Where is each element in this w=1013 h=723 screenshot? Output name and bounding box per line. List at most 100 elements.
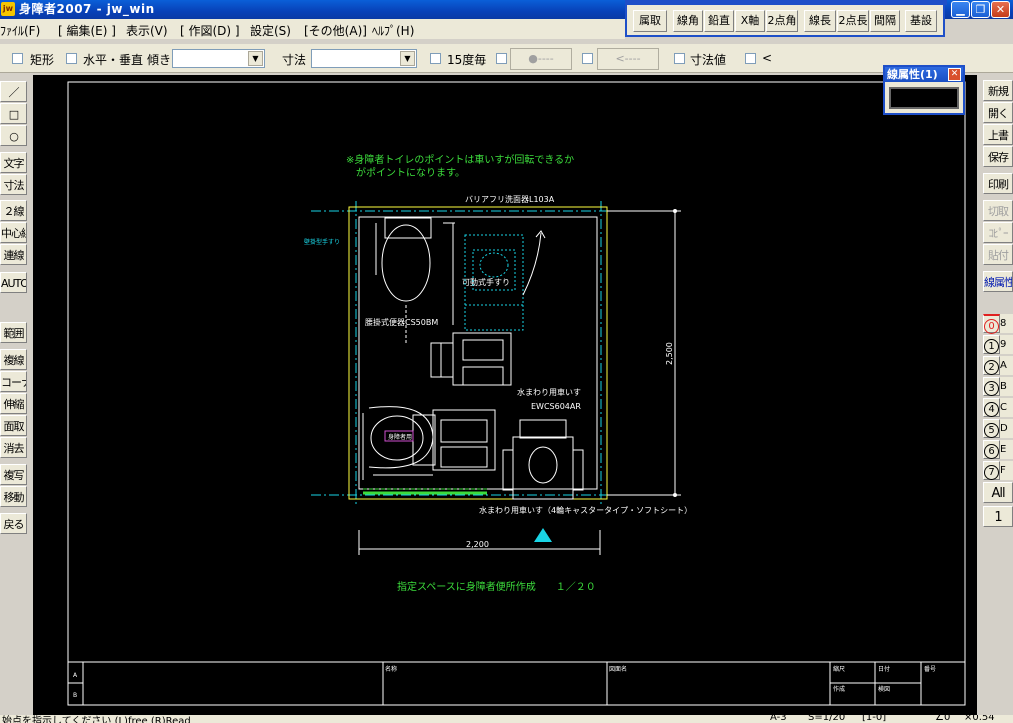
close-icon[interactable]: ✕ xyxy=(948,68,961,81)
layer-group-button[interactable]: C xyxy=(1000,398,1013,417)
btn-zokutori[interactable]: 属取 xyxy=(633,10,667,32)
tool-connect-line[interactable]: 連線 xyxy=(0,244,27,265)
menu-edit[interactable]: [ 編集(E) ] xyxy=(58,22,116,39)
layer-group-button[interactable]: A xyxy=(1000,356,1013,375)
tool-erase[interactable]: 消去 xyxy=(0,437,27,458)
layer-group-number: D xyxy=(1000,423,1008,434)
layer-group-button[interactable]: E xyxy=(1000,440,1013,459)
btn-interval[interactable]: 間隔 xyxy=(870,10,900,32)
layer-one-button[interactable]: 1 xyxy=(983,506,1013,527)
hv-checkbox[interactable] xyxy=(66,53,77,64)
status-angle[interactable]: ∠0 xyxy=(935,715,950,723)
tool-overwrite[interactable]: 上書 xyxy=(983,124,1013,145)
tb-mark-a: A xyxy=(73,672,78,679)
layer-group-button[interactable]: D xyxy=(1000,419,1013,438)
layer-button[interactable]: 1 xyxy=(983,335,1000,354)
menu-help[interactable]: ﾍﾙﾌﾟ(H) xyxy=(372,22,414,39)
btn-line-length[interactable]: 線長 xyxy=(804,10,836,32)
dimval-checkbox[interactable] xyxy=(674,53,685,64)
settings-panel: 属取 線角 鉛直 X軸 2点角 線長 2点長 間隔 基設 xyxy=(625,0,947,37)
menu-view[interactable]: 表示(V) xyxy=(126,22,168,39)
wheelchair-lower xyxy=(412,409,496,471)
tool-auto[interactable]: AUTO xyxy=(0,272,27,293)
menu-file[interactable]: ﾌｧｲﾙ(F) xyxy=(0,22,40,39)
layer-button[interactable]: 0 xyxy=(983,314,1000,334)
tool-range[interactable]: 範囲 xyxy=(0,322,27,343)
layer-button[interactable]: 2 xyxy=(983,356,1000,375)
layer-button[interactable]: 6 xyxy=(983,440,1000,459)
layer-all-button[interactable]: All xyxy=(983,482,1013,503)
layer-number: 7 xyxy=(984,465,999,480)
left-tool-palette: ／ □ ○ 文字 寸法 ２線 中心線 連線 AUTO 範囲 複線 コーナー 伸縮… xyxy=(0,76,28,536)
layer-group-number: B xyxy=(1000,381,1007,392)
close-icon[interactable]: ✕ xyxy=(991,1,1010,18)
tool-line[interactable]: ／ xyxy=(0,81,27,102)
tool-text[interactable]: 文字 xyxy=(0,152,27,173)
tool-new[interactable]: 新規 xyxy=(983,80,1013,101)
tilt-combo[interactable]: ▼ xyxy=(172,49,265,68)
btn-x-axis[interactable]: X軸 xyxy=(735,10,765,32)
layer-group-button[interactable]: B xyxy=(1000,377,1013,396)
tool-corner[interactable]: コーナー xyxy=(0,371,27,392)
layer-number: 6 xyxy=(984,444,999,459)
chevron-down-icon[interactable]: ▼ xyxy=(400,51,415,66)
btn-kisetsu[interactable]: 基設 xyxy=(905,10,937,32)
status-scale[interactable]: S=1/20 xyxy=(808,715,845,723)
layer-group-button[interactable]: 9 xyxy=(1000,335,1013,354)
minimize-icon[interactable]: ▁ xyxy=(951,1,970,18)
tool-rect[interactable]: □ xyxy=(0,103,27,124)
lt-checkbox[interactable] xyxy=(745,53,756,64)
layer-group-button[interactable]: F xyxy=(1000,461,1013,480)
tool-cut[interactable]: 切取 xyxy=(983,200,1013,221)
menu-draw[interactable]: [ 作図(D) ] xyxy=(180,22,240,39)
btn-enchoku[interactable]: 鉛直 xyxy=(704,10,734,32)
wheelchair-bottom-label: 水まわり用車いす（4輪キャスタータイプ・ソフトシート） xyxy=(479,505,692,515)
btn-2pt-length[interactable]: 2点長 xyxy=(837,10,869,32)
arrow-checkbox[interactable] xyxy=(582,53,593,64)
circle-checkbox[interactable] xyxy=(496,53,507,64)
tool-print[interactable]: 印刷 xyxy=(983,173,1013,194)
tool-dimension[interactable]: 寸法 xyxy=(0,174,27,195)
rect-checkbox[interactable] xyxy=(12,53,23,64)
layer-group-number: 8 xyxy=(1000,318,1007,329)
layer-button[interactable]: 5 xyxy=(983,419,1000,438)
tb-label-date: 日付 xyxy=(878,665,890,673)
menu-other[interactable]: [その他(A)] xyxy=(304,22,367,39)
deg15-checkbox[interactable] xyxy=(430,53,441,64)
tool-open[interactable]: 開く xyxy=(983,102,1013,123)
status-zoom[interactable]: ×0.54 xyxy=(964,715,995,723)
tool-save[interactable]: 保存 xyxy=(983,146,1013,167)
note-line-1: ※身障者トイレのポイントは車いすが回転できるか xyxy=(346,153,574,166)
chevron-down-icon[interactable]: ▼ xyxy=(248,51,263,66)
tool-line-attr[interactable]: 線属性 xyxy=(983,271,1013,292)
tool-offset[interactable]: 複線 xyxy=(0,349,27,370)
circle-option-button[interactable]: ●---- xyxy=(510,48,572,70)
line-attribute-swatch[interactable] xyxy=(889,87,959,109)
sink-label: バリアフリ洗面器L103A xyxy=(465,194,555,204)
layer-group-button[interactable]: 8 xyxy=(1000,314,1013,333)
tool-circle[interactable]: ○ xyxy=(0,125,27,146)
tool-copy-clip[interactable]: ｺﾋﾟｰ xyxy=(983,222,1013,243)
tool-chamfer[interactable]: 面取 xyxy=(0,415,27,436)
tool-paste[interactable]: 貼付 xyxy=(983,244,1013,265)
maximize-icon[interactable]: ❐ xyxy=(971,1,990,18)
wheelchair-middle xyxy=(430,332,512,386)
layer-button[interactable]: 7 xyxy=(983,461,1000,480)
tool-stretch[interactable]: 伸縮 xyxy=(0,393,27,414)
drawing-canvas[interactable]: A B 名称 図面名 縮尺 日付 番号 作成 検図 ※身障者トイレのポイントは車… xyxy=(33,75,977,715)
status-paper[interactable]: A-3 xyxy=(770,715,787,723)
drawing-caption: 指定スペースに身障者便所作成 １／２０ xyxy=(397,580,596,593)
btn-senkaku[interactable]: 線角 xyxy=(673,10,703,32)
tool-double-line[interactable]: ２線 xyxy=(0,200,27,221)
arrow-option-button[interactable]: <---- xyxy=(597,48,659,70)
tool-center-line[interactable]: 中心線 xyxy=(0,222,27,243)
status-layer[interactable]: [1-0] xyxy=(862,715,886,723)
tool-move[interactable]: 移動 xyxy=(0,486,27,507)
menu-settings[interactable]: 設定(S) xyxy=(250,22,291,39)
btn-2pt-angle[interactable]: 2点角 xyxy=(766,10,798,32)
tool-copy[interactable]: 複写 xyxy=(0,464,27,485)
dim-combo[interactable]: ▼ xyxy=(311,49,417,68)
layer-button[interactable]: 3 xyxy=(983,377,1000,396)
tool-undo[interactable]: 戻る xyxy=(0,513,27,534)
layer-button[interactable]: 4 xyxy=(983,398,1000,417)
